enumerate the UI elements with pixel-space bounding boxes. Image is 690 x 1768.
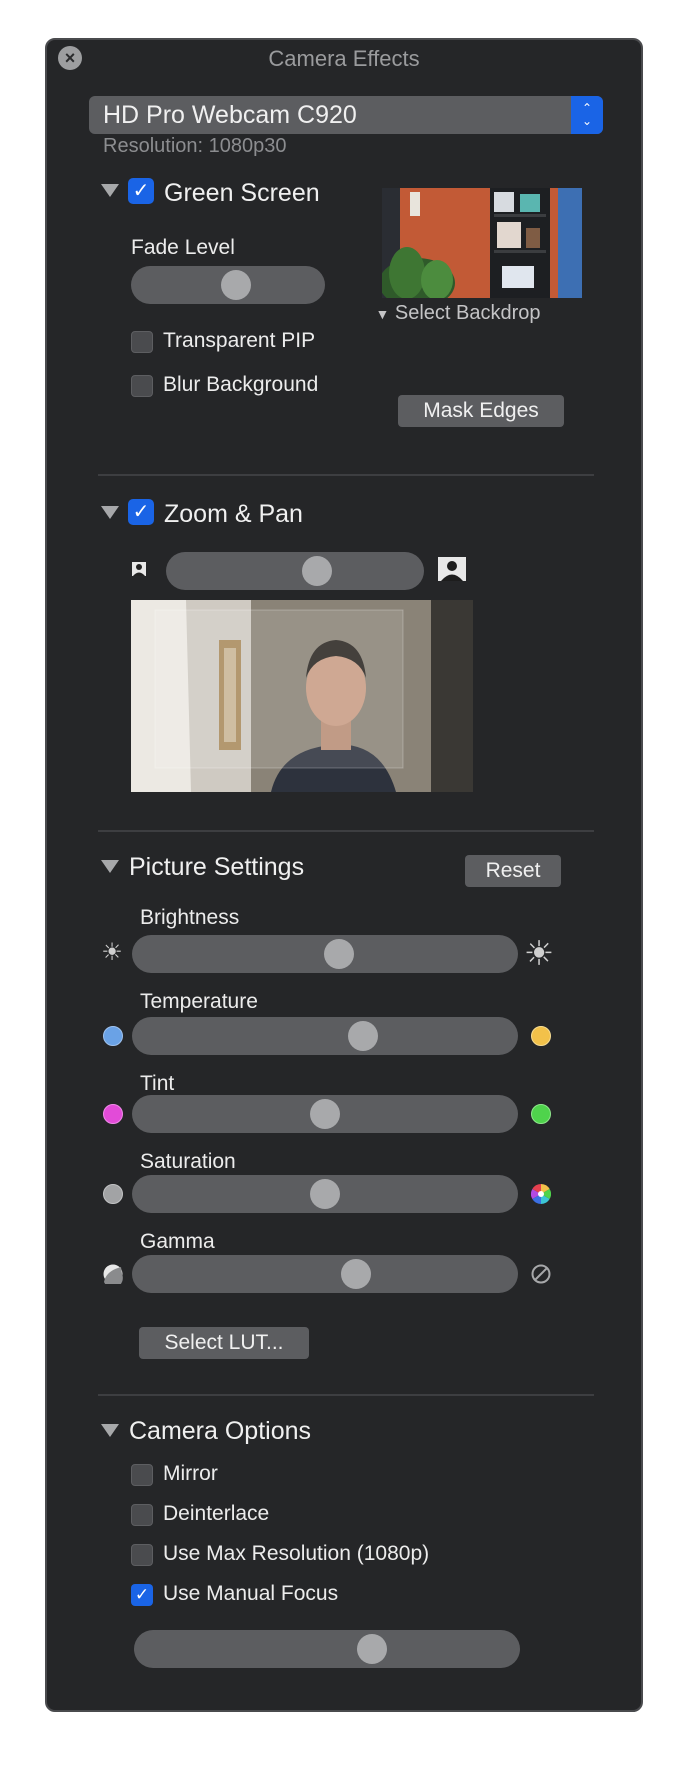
slider-knob[interactable] xyxy=(341,1259,372,1289)
saturation-slider[interactable] xyxy=(132,1175,518,1213)
slider-knob[interactable] xyxy=(348,1021,379,1051)
deinterlace-label: Deinterlace xyxy=(163,1502,270,1525)
sun-small-icon: ☀ xyxy=(101,939,123,966)
zoom-pan-checkbox[interactable]: ✓ xyxy=(128,499,154,525)
gray-circle-icon xyxy=(103,1184,123,1204)
green-screen-checkbox[interactable]: ✓ xyxy=(128,178,154,204)
camera-effects-window: × Camera Effects HD Pro Webcam C920 ⌃ ⌄ R… xyxy=(45,38,643,1712)
fade-level-label: Fade Level xyxy=(131,236,235,259)
section-divider xyxy=(98,830,594,832)
green-screen-title: Green Screen xyxy=(164,179,320,207)
gamma-label: Gamma xyxy=(140,1230,215,1253)
temperature-label: Temperature xyxy=(140,990,258,1013)
select-lut-button[interactable]: Select LUT... xyxy=(139,1327,309,1359)
warm-temperature-icon xyxy=(531,1026,551,1046)
transparent-pip-checkbox[interactable] xyxy=(131,331,153,353)
gamma-slider[interactable] xyxy=(132,1255,518,1293)
saturation-label: Saturation xyxy=(140,1150,236,1173)
gamma-high-icon xyxy=(531,1264,551,1284)
chevron-up-down-icon: ⌃ ⌄ xyxy=(571,96,603,134)
resolution-label: Resolution: 1080p30 xyxy=(103,135,287,157)
deinterlace-checkbox[interactable] xyxy=(131,1504,153,1526)
camera-select-value: HD Pro Webcam C920 xyxy=(103,101,357,129)
zoom-pan-title: Zoom & Pan xyxy=(164,500,303,528)
max-resolution-label: Use Max Resolution (1080p) xyxy=(163,1542,430,1565)
backdrop-thumbnail[interactable] xyxy=(382,188,582,298)
blur-background-checkbox[interactable] xyxy=(131,375,153,397)
fade-level-slider[interactable] xyxy=(131,266,325,304)
temperature-slider[interactable] xyxy=(132,1017,518,1055)
slider-knob[interactable] xyxy=(302,556,332,586)
blur-background-label: Blur Background xyxy=(163,373,319,396)
mask-edges-button[interactable]: Mask Edges xyxy=(398,395,564,427)
person-large-icon xyxy=(437,556,467,582)
camera-options-title: Camera Options xyxy=(129,1417,312,1445)
section-divider xyxy=(98,474,594,476)
chevron-down-icon: ▼ xyxy=(375,306,390,322)
slider-knob[interactable] xyxy=(310,1099,340,1129)
zoom-preview-image[interactable] xyxy=(131,600,473,792)
brightness-label: Brightness xyxy=(140,906,240,929)
focus-slider[interactable] xyxy=(134,1630,520,1668)
green-tint-icon xyxy=(531,1104,551,1124)
sun-large-icon: ☀ xyxy=(523,935,555,973)
disclosure-triangle-icon[interactable] xyxy=(101,1424,119,1437)
disclosure-triangle-icon[interactable] xyxy=(101,184,119,197)
tint-label: Tint xyxy=(140,1072,175,1095)
window-title: Camera Effects xyxy=(268,46,420,71)
zoom-slider[interactable] xyxy=(166,552,424,590)
reset-button[interactable]: Reset xyxy=(465,855,561,887)
mirror-checkbox[interactable] xyxy=(131,1464,153,1486)
slider-knob[interactable] xyxy=(357,1634,388,1664)
select-backdrop-dropdown[interactable]: ▼ Select Backdrop xyxy=(343,302,573,325)
select-backdrop-label: Select Backdrop xyxy=(394,302,541,324)
mirror-label: Mirror xyxy=(163,1462,218,1485)
gamma-low-icon xyxy=(103,1264,123,1288)
cool-temperature-icon xyxy=(103,1026,123,1046)
color-wheel-icon xyxy=(531,1184,551,1204)
camera-select[interactable]: HD Pro Webcam C920 ⌃ ⌄ xyxy=(89,96,603,134)
magenta-tint-icon xyxy=(103,1104,123,1124)
disclosure-triangle-icon[interactable] xyxy=(101,506,119,519)
section-divider xyxy=(98,1394,594,1396)
max-resolution-checkbox[interactable] xyxy=(131,1544,153,1566)
brightness-slider[interactable] xyxy=(132,935,518,973)
slider-knob[interactable] xyxy=(310,1179,340,1209)
manual-focus-label: Use Manual Focus xyxy=(163,1582,339,1605)
disclosure-triangle-icon[interactable] xyxy=(101,860,119,873)
slider-knob[interactable] xyxy=(220,270,251,300)
person-small-icon xyxy=(131,561,147,577)
slider-knob[interactable] xyxy=(323,939,354,969)
picture-settings-title: Picture Settings xyxy=(129,853,305,881)
tint-slider[interactable] xyxy=(132,1095,518,1133)
transparent-pip-label: Transparent PIP xyxy=(163,329,316,352)
manual-focus-checkbox[interactable]: ✓ xyxy=(131,1584,153,1606)
